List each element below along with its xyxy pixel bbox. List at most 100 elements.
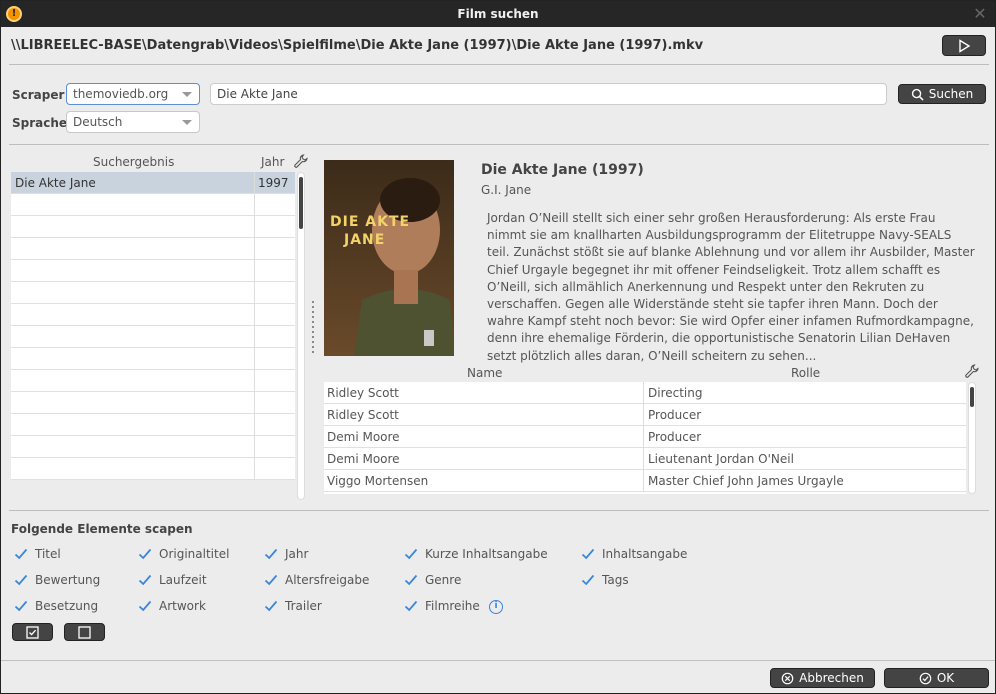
scrollbar-thumb[interactable] <box>970 387 974 407</box>
table-row[interactable]: Die Akte Jane 1997 <box>11 172 295 194</box>
table-row[interactable] <box>11 238 295 260</box>
ok-button[interactable]: OK <box>884 668 989 688</box>
cast-role: Producer <box>648 408 702 422</box>
search-button[interactable]: Suchen <box>898 84 986 104</box>
checkbox-inhaltsangabe[interactable]: Inhaltsangabe <box>580 546 687 562</box>
language-value: Deutsch <box>73 115 123 129</box>
col-header-role[interactable]: Rolle <box>791 366 820 380</box>
splitter-handle[interactable] <box>312 301 314 353</box>
cast-name: Demi Moore <box>327 430 400 444</box>
cast-name: Demi Moore <box>327 452 400 466</box>
scraper-select[interactable]: themoviedb.org <box>66 83 200 105</box>
cast-name: Ridley Scott <box>327 386 399 400</box>
table-row[interactable] <box>11 348 295 370</box>
table-row[interactable] <box>11 436 295 458</box>
search-results-table: Suchergebnis Jahr Die Akte Jane 1997 <box>11 151 308 501</box>
table-row[interactable]: Ridley Scott Directing <box>324 382 966 404</box>
movie-original-title: G.I. Jane <box>481 183 532 197</box>
checkmark-icon <box>264 574 278 586</box>
poster-title-1: DIE AKTE <box>330 214 411 230</box>
column-separator <box>643 382 644 404</box>
movie-title: Die Akte Jane (1997) <box>481 162 644 178</box>
table-row[interactable]: Viggo Mortensen Master Chief John James U… <box>324 470 966 492</box>
film-search-dialog: ! Film suchen ✕ \\LIBREELEC-BASE\Datengr… <box>0 0 996 694</box>
column-separator <box>254 304 255 326</box>
table-row[interactable] <box>11 370 295 392</box>
checkbox-originaltitel[interactable]: Originaltitel <box>137 546 229 562</box>
col-header-year[interactable]: Jahr <box>261 155 284 169</box>
column-separator <box>254 414 255 436</box>
divider <box>9 64 989 65</box>
table-row[interactable] <box>11 414 295 436</box>
checkmark-icon <box>581 548 595 560</box>
table-row[interactable] <box>11 458 295 480</box>
table-row[interactable] <box>11 282 295 304</box>
movie-plot: Jordan O’Neill stellt sich einer sehr gr… <box>487 211 975 363</box>
checkbox-artwork[interactable]: Artwork <box>137 598 206 614</box>
checkbox-altersfreigabe[interactable]: Altersfreigabe <box>263 572 369 588</box>
info-icon[interactable]: i <box>489 600 503 614</box>
table-row[interactable] <box>11 304 295 326</box>
checkmark-icon <box>14 600 28 612</box>
checkbox-label: Tags <box>602 573 629 587</box>
table-row[interactable] <box>11 194 295 216</box>
table-row[interactable] <box>11 260 295 282</box>
select-none-button[interactable] <box>64 623 105 641</box>
cast-scrollbar[interactable] <box>968 382 976 494</box>
results-scrollbar[interactable] <box>297 172 305 500</box>
cancel-label: Abbrechen <box>799 671 864 685</box>
col-header-name[interactable]: Name <box>467 366 502 380</box>
checkmark-icon <box>404 574 418 586</box>
checkbox-besetzung[interactable]: Besetzung <box>13 598 98 614</box>
checkbox-bewertung[interactable]: Bewertung <box>13 572 100 588</box>
checkbox-trailer[interactable]: Trailer <box>263 598 322 614</box>
cast-role: Producer <box>648 430 702 444</box>
window-title: Film suchen <box>457 7 539 21</box>
checkbox-label: Laufzeit <box>159 573 207 587</box>
checkbox-tags[interactable]: Tags <box>580 572 629 588</box>
column-separator <box>254 216 255 238</box>
search-button-label: Suchen <box>928 87 974 101</box>
column-separator <box>254 238 255 260</box>
table-row[interactable]: Ridley Scott Producer <box>324 404 966 426</box>
table-row[interactable]: Demi Moore Lieutenant Jordan O'Neil <box>324 448 966 470</box>
checkbox-laufzeit[interactable]: Laufzeit <box>137 572 207 588</box>
checkbox-kurze-inhaltsangabe[interactable]: Kurze Inhaltsangabe <box>403 546 548 562</box>
checkbox-genre[interactable]: Genre <box>403 572 461 588</box>
checkbox-label: Bewertung <box>35 573 101 587</box>
play-icon <box>959 38 971 53</box>
checkmark-icon <box>138 548 152 560</box>
cancel-icon <box>781 672 794 684</box>
column-separator <box>643 426 644 448</box>
table-row[interactable] <box>11 392 295 414</box>
col-header-result[interactable]: Suchergebnis <box>93 155 174 169</box>
checkmark-icon <box>14 574 28 586</box>
checkbox-titel[interactable]: Titel <box>13 546 61 562</box>
cast-list: Ridley Scott Directing Ridley Scott Produce… <box>324 382 966 494</box>
close-icon[interactable]: ✕ <box>971 5 989 23</box>
result-title: Die Akte Jane <box>15 176 96 190</box>
column-separator <box>254 348 255 370</box>
select-all-button[interactable] <box>12 623 53 641</box>
column-separator <box>254 370 255 392</box>
play-button[interactable] <box>942 35 986 56</box>
search-input[interactable]: Die Akte Jane <box>210 83 887 105</box>
table-row[interactable] <box>11 326 295 348</box>
wrench-icon[interactable] <box>294 154 308 168</box>
scrape-section-label: Folgende Elemente scapen <box>11 522 193 536</box>
cast-name: Ridley Scott <box>327 408 399 422</box>
checkbox-filmreihe[interactable]: Filmreihe <box>403 598 480 614</box>
checkbox-jahr[interactable]: Jahr <box>263 546 308 562</box>
scrollbar-thumb[interactable] <box>299 177 303 229</box>
checkmark-icon <box>404 600 418 612</box>
result-year: 1997 <box>258 176 289 190</box>
scraper-label: Scraper <box>12 88 65 102</box>
chevron-down-icon <box>182 92 192 97</box>
wrench-icon[interactable] <box>965 364 979 378</box>
language-select[interactable]: Deutsch <box>66 111 200 133</box>
column-separator <box>254 282 255 304</box>
table-row[interactable] <box>11 216 295 238</box>
table-row[interactable]: Demi Moore Producer <box>324 426 966 448</box>
cancel-button[interactable]: Abbrechen <box>770 668 875 688</box>
checkbox-label: Genre <box>425 573 462 587</box>
